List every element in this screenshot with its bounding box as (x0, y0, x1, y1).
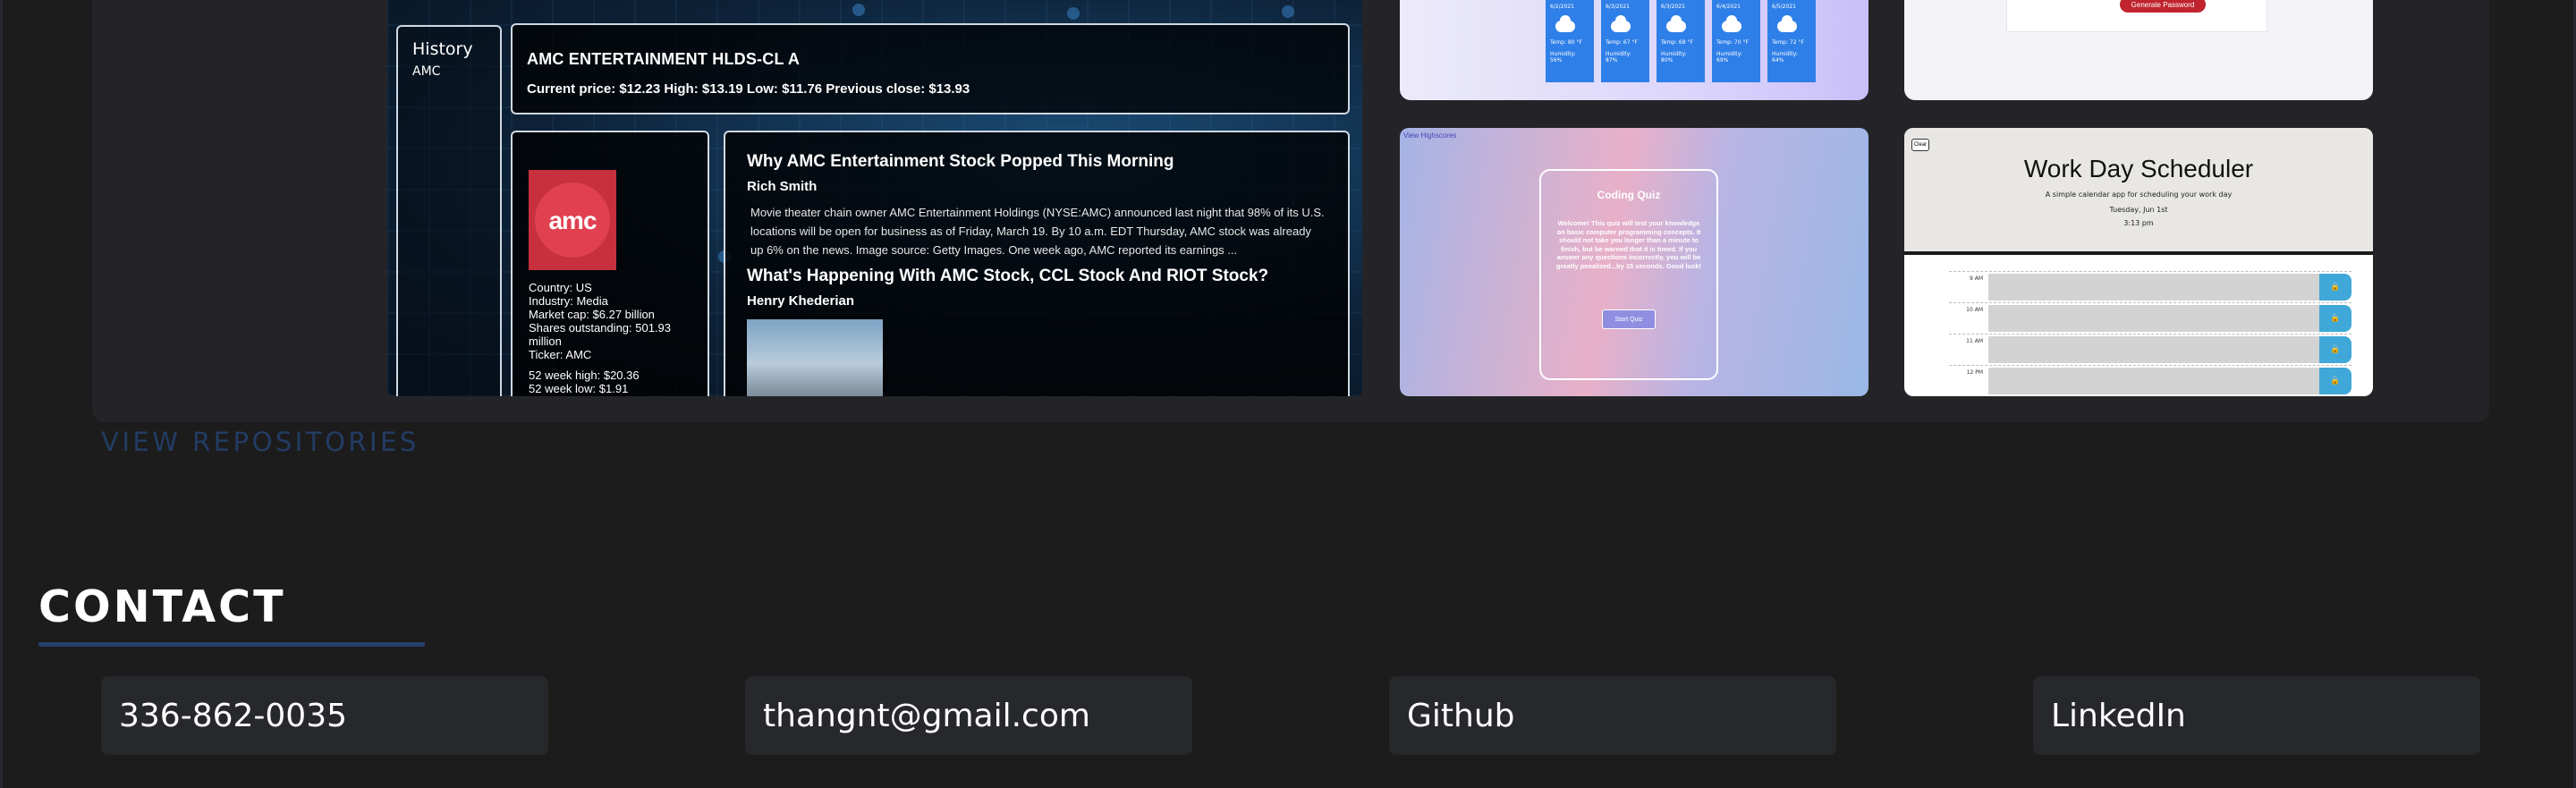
profile-shares-unit: million (529, 335, 562, 348)
forecast-humidity: Humidity: 87% (1606, 51, 1631, 64)
lock-icon[interactable]: 🔒 (2319, 368, 2351, 394)
portfolio-page: History AMC AMC ENTERTAINMENT HLDS-CL A … (0, 0, 2576, 788)
scheduler-subtitle: A simple calendar app for scheduling you… (2045, 191, 2233, 199)
portfolio-panel: History AMC AMC ENTERTAINMENT HLDS-CL A … (92, 0, 2489, 422)
news-image (747, 319, 883, 396)
news-title[interactable]: What's Happening With AMC Stock, CCL Sto… (747, 267, 1326, 286)
news-title[interactable]: Why AMC Entertainment Stock Popped This … (747, 152, 1326, 172)
company-name: AMC ENTERTAINMENT HLDS-CL A (527, 50, 801, 68)
start-quiz-button[interactable]: Start Quiz (1602, 309, 1656, 329)
profile-industry: Industry: Media (529, 294, 608, 308)
forecast-humidity: Humidity: 69% (1716, 51, 1742, 64)
background-dot (1282, 5, 1294, 18)
amc-logo-mark: amc (535, 182, 610, 258)
forecast-card: 6/3/2021 Temp: 68 °F Humidity: 80% (1657, 0, 1705, 82)
forecast-card: 6/2/2021 Temp: 80 °F Humidity: 56% (1546, 0, 1594, 82)
forecast-card: 6/4/2021 Temp: 70 °F Humidity: 69% (1712, 0, 1760, 82)
scheduler-date: Tuesday, Jun 1st (2109, 206, 2168, 214)
stock-tracker-project-card[interactable]: History AMC AMC ENTERTAINMENT HLDS-CL A … (387, 0, 1362, 396)
password-panel: Generate Password (2006, 0, 2267, 32)
history-title: History (412, 39, 473, 59)
work-day-scheduler-project-card[interactable]: Clear Work Day Scheduler A simple calend… (1904, 128, 2373, 396)
profile-market-cap: Market cap: $6.27 billion (529, 308, 655, 321)
profile-shares: Shares outstanding: 501.93 (529, 321, 672, 335)
background-dot (852, 4, 865, 16)
scheduler-time: 3:13 pm (2123, 219, 2154, 227)
cloud-icon (1611, 15, 1631, 32)
time-block-row: 12 PM 🔒 (1949, 365, 2351, 394)
scheduler-title: Work Day Scheduler (2023, 155, 2254, 182)
contact-email[interactable]: thangnt@gmail.com (745, 676, 1192, 755)
quiz-intro-box: Coding Quiz Welcome! This quiz will test… (1539, 169, 1718, 380)
time-block-row: 10 AM 🔒 (1949, 302, 2351, 332)
hour-label: 10 AM (1966, 307, 1983, 313)
news-summary: Movie theater chain owner AMC Entertainm… (750, 206, 1325, 257)
scheduler-header: Clear Work Day Scheduler A simple calend… (1904, 128, 2373, 255)
time-block-row: 9 AM 🔒 (1949, 271, 2351, 301)
price-line: Current price: $12.23 High: $13.19 Low: … (527, 81, 970, 97)
history-item[interactable]: AMC (412, 64, 486, 79)
contact-heading: CONTACT (38, 581, 286, 632)
forecast-date: 6/5/2021 (1772, 4, 1796, 10)
forecast-temp: Temp: 72 °F (1772, 39, 1804, 46)
forecast-date: 6/3/2021 (1661, 4, 1685, 10)
password-generator-project-card[interactable]: Generate Password (1904, 0, 2373, 100)
profile-52-week-low: 52 week low: $1.91 (529, 382, 629, 395)
lock-icon[interactable]: 🔒 (2319, 274, 2351, 301)
contact-heading-underline (38, 642, 425, 647)
view-highscores-link[interactable]: View Highscores (1403, 131, 1456, 140)
cloud-icon (1666, 15, 1686, 32)
news-author: Rich Smith (747, 179, 818, 194)
news-panel: Why AMC Entertainment Stock Popped This … (724, 131, 1350, 396)
time-block-input[interactable] (1988, 274, 2319, 301)
view-repositories-link[interactable]: VIEW REPOSITORIES (101, 427, 419, 457)
contact-github-link[interactable]: Github (1389, 676, 1836, 755)
forecast-humidity: Humidity: 64% (1772, 51, 1798, 64)
coding-quiz-project-card[interactable]: View Highscores Coding Quiz Welcome! Thi… (1400, 128, 1868, 396)
news-author: Henry Khederian (747, 293, 855, 309)
lock-icon[interactable]: 🔒 (2319, 336, 2351, 363)
weather-dashboard-project-card[interactable]: 6/2/2021 Temp: 80 °F Humidity: 56% 6/3/2… (1400, 0, 1868, 100)
history-panel: History AMC (396, 25, 502, 396)
cloud-icon (1777, 15, 1797, 32)
forecast-date: 6/2/2021 (1550, 4, 1574, 10)
hour-label: 11 AM (1966, 338, 1983, 344)
forecast-temp: Temp: 68 °F (1661, 39, 1693, 46)
quiz-title: Coding Quiz (1597, 189, 1661, 201)
forecast-temp: Temp: 70 °F (1716, 39, 1749, 46)
hour-label: 12 PM (1966, 369, 1983, 376)
time-block-input[interactable] (1988, 305, 2319, 332)
forecast-humidity: Humidity: 80% (1661, 51, 1687, 64)
forecast-temp: Temp: 67 °F (1606, 39, 1638, 46)
quiz-intro-text: Welcome! This quiz will test your knowle… (1555, 219, 1702, 270)
time-block-row: 11 AM 🔒 (1949, 334, 2351, 363)
profile-ticker: Ticker: AMC (529, 348, 592, 361)
forecast-card: 6/5/2021 Temp: 72 °F Humidity: 64% (1767, 0, 1816, 82)
cloud-icon (1722, 15, 1741, 32)
time-block-input[interactable] (1988, 336, 2319, 363)
company-profile-panel: amc Country: US Industry: Media Market c… (511, 131, 709, 396)
contact-phone[interactable]: 336-862-0035 (101, 676, 548, 755)
time-block-input[interactable] (1988, 368, 2319, 394)
clear-button[interactable]: Clear (1911, 139, 1929, 151)
stock-quote-panel: AMC ENTERTAINMENT HLDS-CL A Current pric… (511, 23, 1350, 114)
profile-52-week-high: 52 week high: $20.36 (529, 369, 640, 382)
forecast-humidity: Humidity: 56% (1550, 51, 1576, 64)
hour-label: 9 AM (1969, 275, 1983, 282)
forecast-card: 6/3/2021 Temp: 67 °F Humidity: 87% (1601, 0, 1649, 82)
amc-logo: amc (529, 170, 616, 270)
forecast-temp: Temp: 80 °F (1550, 39, 1582, 46)
contact-linkedin-link[interactable]: LinkedIn (2033, 676, 2480, 755)
cloud-icon (1555, 15, 1575, 32)
generate-password-button[interactable]: Generate Password (2120, 0, 2206, 13)
background-dot (1067, 7, 1080, 20)
forecast-date: 6/3/2021 (1606, 4, 1630, 10)
profile-country: Country: US (529, 281, 592, 294)
lock-icon[interactable]: 🔒 (2319, 305, 2351, 332)
forecast-date: 6/4/2021 (1716, 4, 1741, 10)
